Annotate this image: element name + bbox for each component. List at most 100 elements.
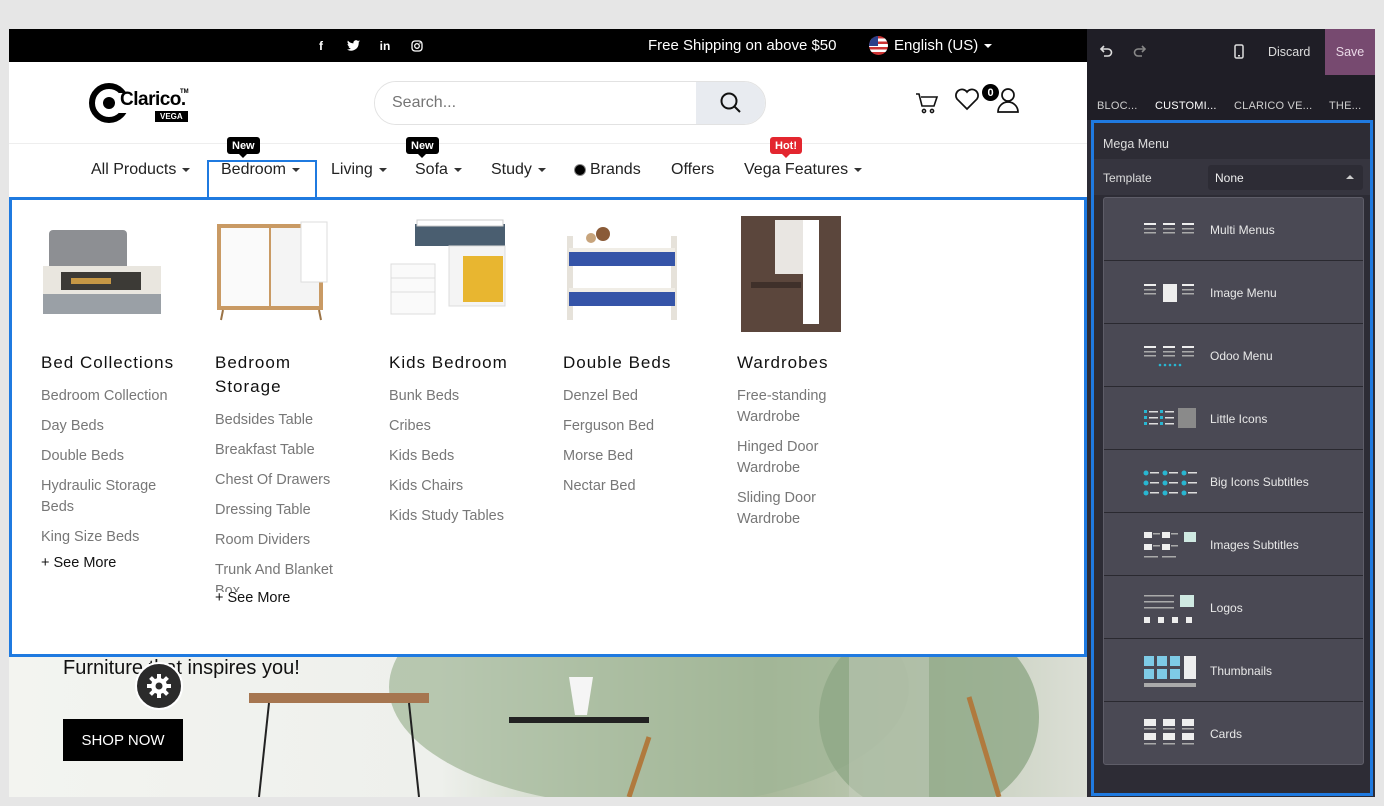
mega-column-kids-bedroom: Kids Bedroom Bunk Beds Cribes Kids Beds …	[389, 216, 539, 536]
option-label: Logos	[1210, 601, 1243, 615]
user-icon	[997, 88, 1019, 113]
gear-icon	[147, 674, 171, 698]
shop-now-button[interactable]: SHOP NOW	[63, 719, 183, 761]
option-label: Little Icons	[1210, 412, 1268, 426]
menu-link[interactable]: Dressing Table	[215, 500, 350, 521]
option-label: Cards	[1210, 727, 1243, 741]
nav-item-offers[interactable]: Offers	[671, 161, 714, 179]
instagram-icon[interactable]	[410, 39, 424, 53]
hero-banner: Furniture that inspires you! SHOP NOW	[9, 657, 1087, 797]
menu-link[interactable]: Breakfast Table	[215, 440, 350, 461]
nav-item-vega-features[interactable]: Vega Features	[744, 161, 863, 179]
bed-image[interactable]	[41, 216, 163, 326]
template-option-big-icons-subtitles[interactable]: Big Icons Subtitles	[1104, 450, 1363, 513]
cabinet-image[interactable]	[215, 216, 337, 326]
menu-link[interactable]: Sliding Door Wardrobe	[737, 488, 862, 530]
option-label: Thumbnails	[1210, 664, 1273, 678]
column-title[interactable]: Bedroom Storage	[215, 351, 350, 399]
menu-link[interactable]: Bedroom Collection	[41, 386, 191, 407]
option-label: Image Menu	[1210, 286, 1277, 300]
template-option-thumbnails[interactable]: Thumbnails	[1104, 639, 1363, 702]
editor-toolbar: Discard Save	[1087, 29, 1375, 75]
wardrobe-image[interactable]	[737, 216, 859, 332]
menu-link[interactable]: Hydraulic Storage Beds	[41, 476, 191, 518]
undo-icon[interactable]	[1099, 44, 1113, 62]
account-button[interactable]	[997, 87, 1019, 118]
template-options-list: Multi Menus Image Menu Odoo Menu Little …	[1103, 197, 1364, 765]
tab-theme[interactable]: THE...	[1329, 100, 1361, 112]
facebook-icon[interactable]: f	[314, 39, 328, 53]
column-title[interactable]: Wardrobes	[737, 351, 862, 375]
menu-link[interactable]: Trunk And Blanket Box	[215, 560, 350, 592]
menu-link[interactable]: Bedsides Table	[215, 410, 350, 431]
mobile-preview-icon[interactable]	[1234, 44, 1244, 63]
language-selector[interactable]: English (US)	[869, 36, 993, 55]
chevron-down-icon	[378, 168, 387, 172]
chevron-up-icon	[1346, 175, 1354, 179]
template-option-little-icons[interactable]: Little Icons	[1104, 387, 1363, 450]
cart-button[interactable]	[915, 91, 939, 120]
bunk-bed-image[interactable]	[563, 216, 685, 326]
menu-link[interactable]: Chest Of Drawers	[215, 470, 350, 491]
search-input[interactable]	[375, 82, 697, 124]
site-logo[interactable]: Clarico. TM VEGA	[89, 81, 191, 125]
redo-icon[interactable]	[1133, 44, 1147, 62]
menu-link[interactable]: Cribes	[389, 416, 539, 437]
template-label: Template	[1103, 171, 1152, 185]
tab-clarico-vega[interactable]: CLARICO VE...	[1234, 100, 1312, 112]
template-option-images-subtitles[interactable]: Images Subtitles	[1104, 513, 1363, 576]
save-button[interactable]: Save	[1325, 29, 1375, 75]
social-links: f in	[314, 29, 424, 62]
template-option-image-menu[interactable]: Image Menu	[1104, 261, 1363, 324]
chevron-down-icon	[537, 168, 546, 172]
tab-blocks[interactable]: BLOC...	[1097, 100, 1138, 112]
menu-link[interactable]: Kids Chairs	[389, 476, 539, 497]
template-dropdown[interactable]: None	[1208, 165, 1363, 190]
column-title[interactable]: Bed Collections	[41, 351, 191, 375]
column-title[interactable]: Kids Bedroom	[389, 351, 539, 375]
top-bar: f in Free Shipping on above $50 English …	[9, 29, 1087, 62]
nav-item-study[interactable]: Study	[491, 161, 546, 179]
cards-thumb-icon	[1144, 719, 1194, 745]
nav-label: Study	[491, 161, 532, 178]
menu-link[interactable]: Kids Beds	[389, 446, 539, 467]
twitter-icon[interactable]	[346, 39, 360, 53]
kids-bunk-image[interactable]	[389, 216, 511, 326]
option-label: Images Subtitles	[1210, 538, 1299, 552]
discard-button[interactable]: Discard	[1268, 45, 1310, 59]
see-more-link[interactable]: + See More	[41, 555, 191, 571]
menu-link[interactable]: Double Beds	[41, 446, 191, 467]
option-label: Odoo Menu	[1210, 349, 1273, 363]
chevron-down-icon	[182, 168, 191, 172]
editor-tabs: BLOC... CUSTOMI... CLARICO VE... THE...	[1087, 75, 1375, 120]
see-more-link[interactable]: + See More	[215, 590, 350, 606]
customize-gear-button[interactable]	[135, 662, 183, 710]
menu-link[interactable]: Denzel Bed	[563, 386, 713, 407]
linkedin-icon[interactable]: in	[378, 39, 392, 53]
menu-link[interactable]: Ferguson Bed	[563, 416, 713, 437]
menu-link[interactable]: Morse Bed	[563, 446, 713, 467]
menu-link[interactable]: Day Beds	[41, 416, 191, 437]
tab-customize[interactable]: CUSTOMI...	[1155, 100, 1217, 112]
nav-item-all-products[interactable]: All Products	[91, 161, 191, 179]
column-title[interactable]: Double Beds	[563, 351, 713, 375]
thumbnails-thumb-icon	[1144, 656, 1196, 687]
menu-link[interactable]: Kids Study Tables	[389, 506, 539, 527]
menu-link[interactable]: Bunk Beds	[389, 386, 539, 407]
nav-item-living[interactable]: Living	[331, 161, 387, 179]
menu-link[interactable]: King Size Beds	[41, 527, 191, 548]
nav-item-sofa[interactable]: Sofa	[415, 161, 462, 179]
menu-link[interactable]: Hinged Door Wardrobe	[737, 437, 862, 479]
little-icons-thumb-icon	[1144, 408, 1196, 428]
menu-link[interactable]: Nectar Bed	[563, 476, 713, 497]
nav-item-brands[interactable]: Brands	[574, 161, 641, 179]
menu-link[interactable]: Free-standing Wardrobe	[737, 386, 862, 428]
wishlist-button[interactable]	[954, 87, 980, 116]
template-option-logos[interactable]: Logos	[1104, 576, 1363, 639]
template-option-cards[interactable]: Cards	[1104, 702, 1363, 764]
chevron-down-icon	[453, 168, 462, 172]
search-button[interactable]	[696, 82, 765, 124]
template-option-odoo-menu[interactable]: Odoo Menu	[1104, 324, 1363, 387]
menu-link[interactable]: Room Dividers	[215, 530, 350, 551]
template-option-multi-menus[interactable]: Multi Menus	[1104, 198, 1363, 261]
